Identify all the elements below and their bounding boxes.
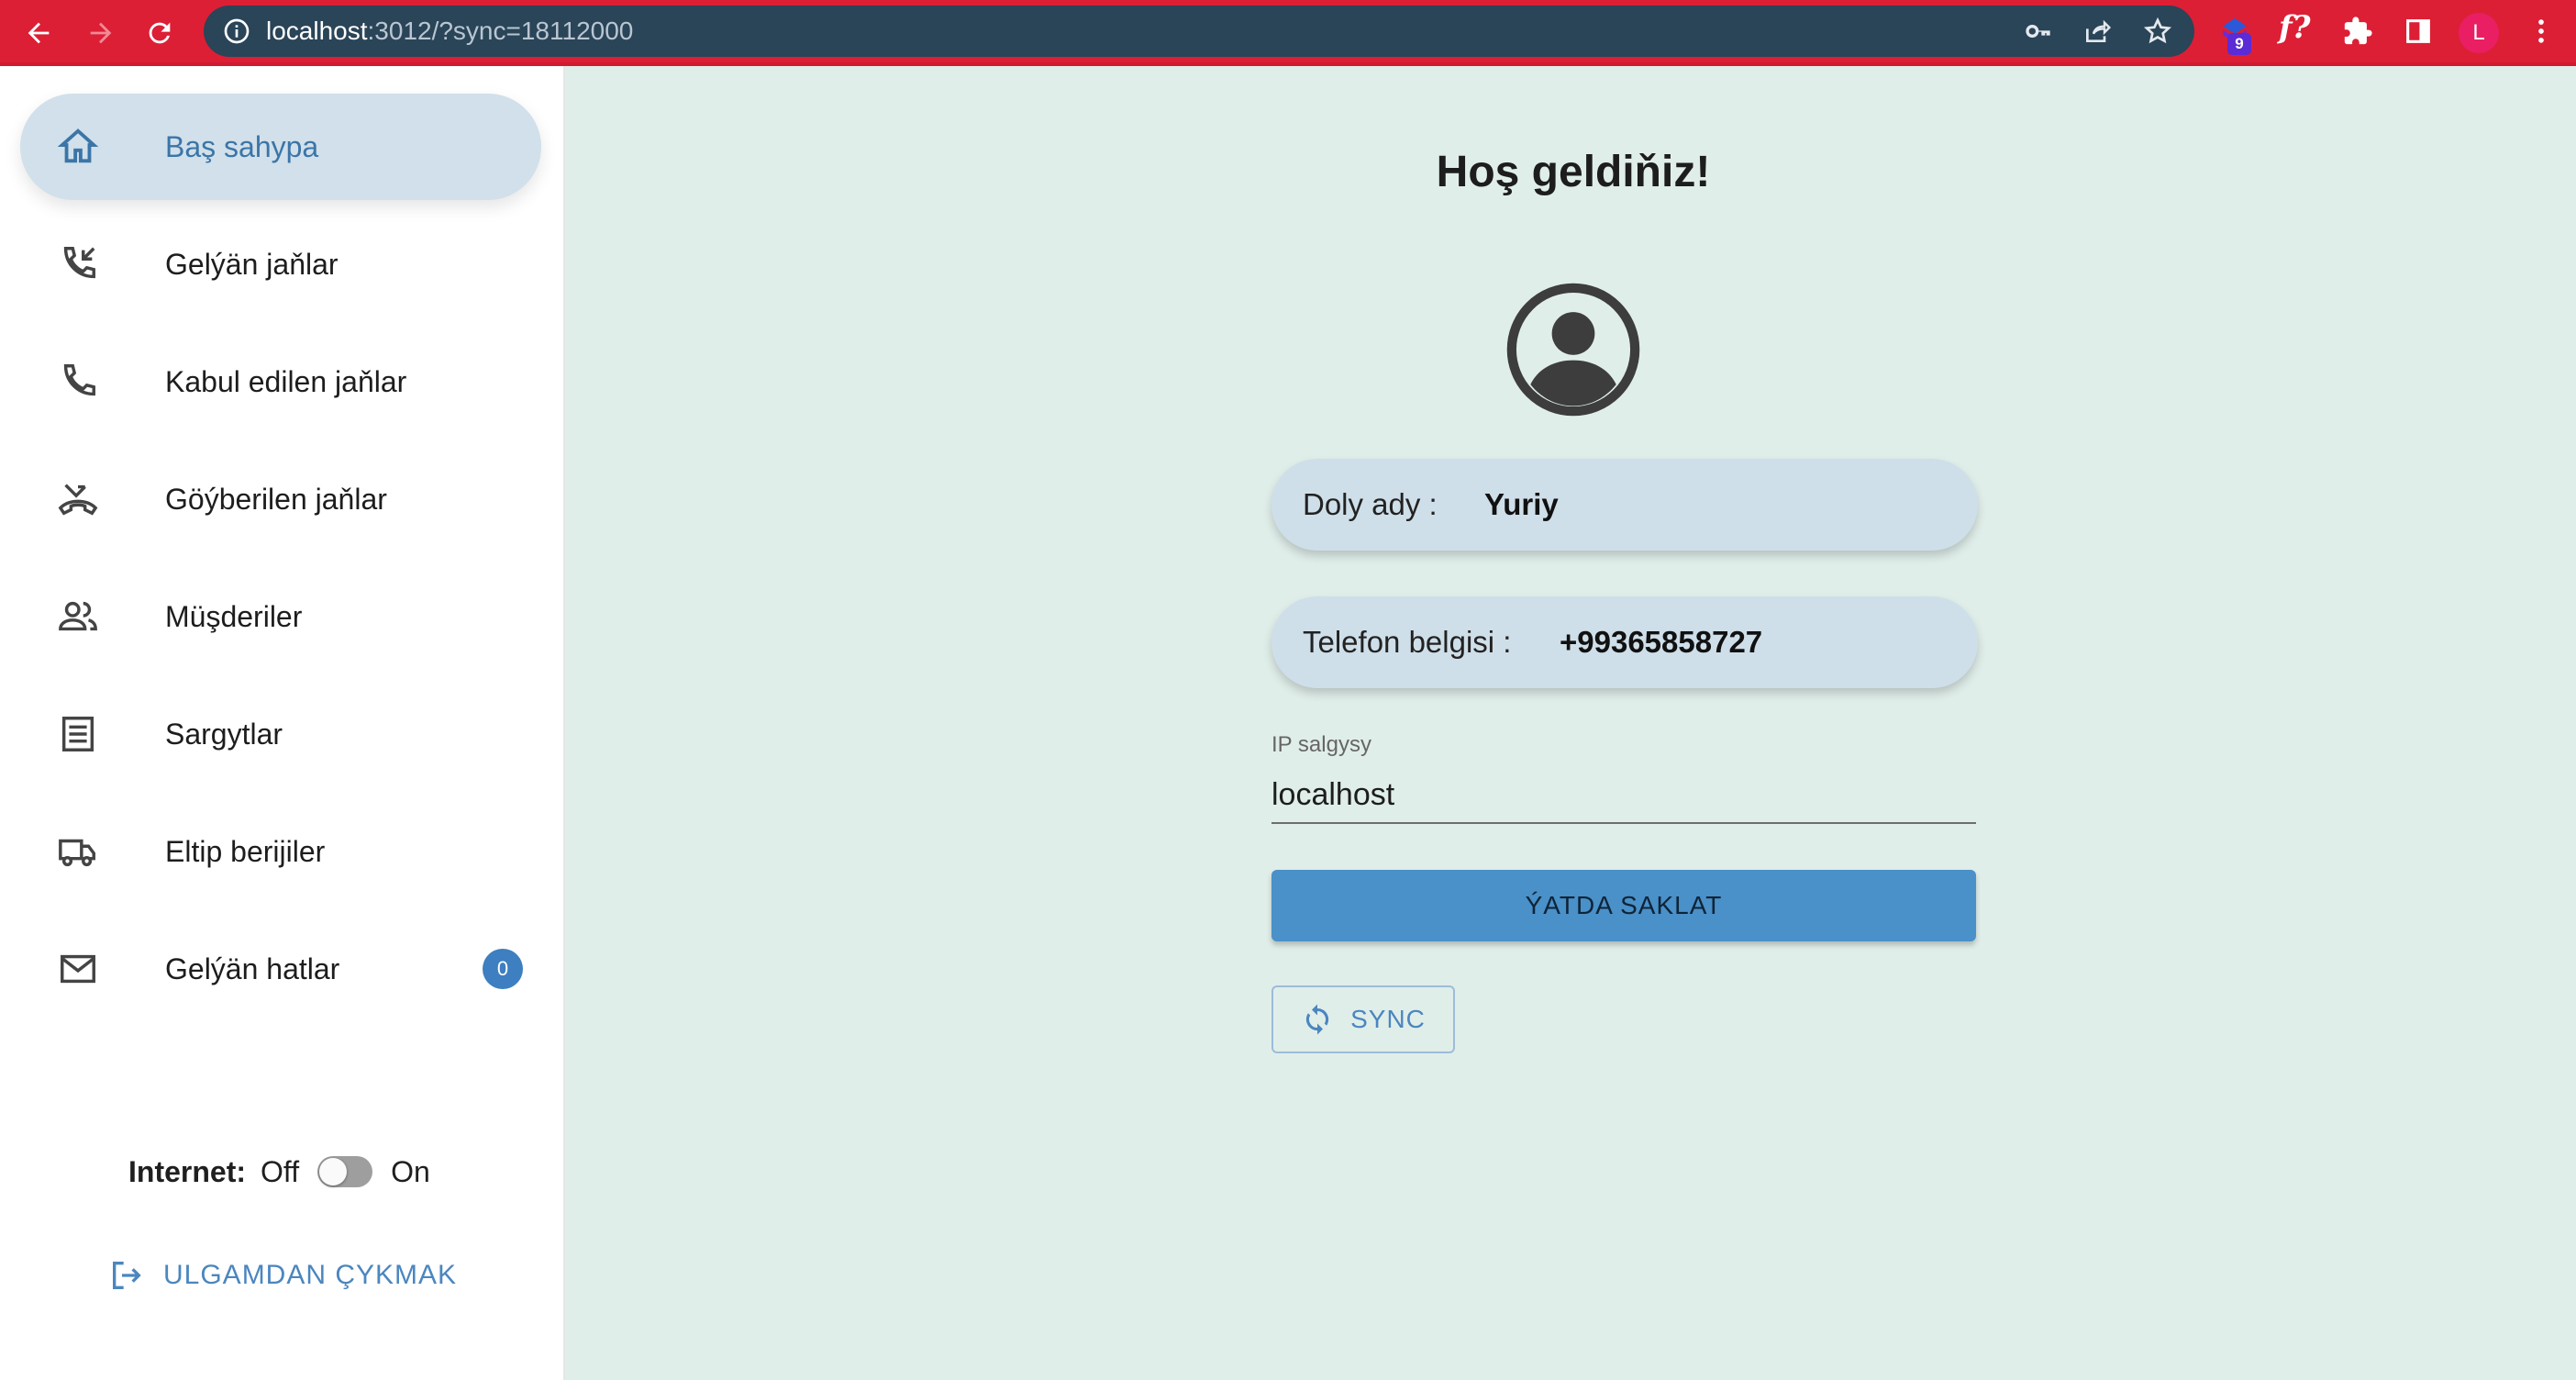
full-name-value: Yuriy (1484, 487, 1559, 521)
forward-icon (90, 22, 112, 44)
incoming-call-icon (57, 243, 99, 285)
mail-icon (57, 948, 99, 990)
full-name-label: Doly ady : (1303, 487, 1438, 521)
sidebar-item-missed-calls[interactable]: Göýberilen jaňlar (20, 446, 541, 552)
address-bar[interactable]: localhost:3012/?sync=18112000 (204, 6, 2194, 57)
sync-button[interactable]: SYNC (1271, 985, 1455, 1053)
extensions-button[interactable] (2337, 11, 2378, 51)
url-host: localhost (266, 17, 368, 45)
sidebar-item-couriers[interactable]: Eltip berijiler (20, 798, 541, 905)
people-icon (57, 595, 99, 638)
phone-label: Telefon belgisi : (1303, 625, 1512, 659)
sidebar: Baş sahypa Gelýän jaňlar Kabul edilen ja… (0, 66, 565, 1380)
puzzle-icon (2344, 17, 2372, 45)
browser-menu-button[interactable] (2521, 11, 2561, 51)
sidebar-item-customers[interactable]: Müşderiler (20, 563, 541, 670)
sync-label: SYNC (1350, 1005, 1426, 1033)
star-icon[interactable] (2143, 17, 2172, 46)
sidebar-item-accepted-calls[interactable]: Kabul edilen jaňlar (20, 328, 541, 435)
menu-icon (2538, 19, 2544, 43)
toggle-knob (319, 1158, 348, 1185)
sidebar-item-orders[interactable]: Sargytlar (20, 681, 541, 787)
sidebar-item-label: Eltip berijiler (165, 834, 326, 868)
unread-count-badge: 0 (483, 949, 523, 989)
sync-icon (1305, 1004, 1329, 1035)
fq-extension-icon[interactable]: f? (2279, 9, 2311, 46)
internet-label: Internet: (128, 1154, 246, 1188)
back-button[interactable] (17, 11, 61, 55)
sidebar-item-incoming-calls[interactable]: Gelýän jaňlar (20, 211, 541, 317)
ip-field-label: IP salgysy (1271, 732, 1371, 757)
sidebar-item-label: Gelýän jaňlar (165, 247, 339, 281)
missed-call-icon (57, 478, 99, 520)
page-title: Hoş geldiňiz! (1436, 148, 1711, 196)
internet-off-label: Off (261, 1154, 300, 1188)
share-icon[interactable] (2082, 17, 2112, 46)
truck-icon (57, 830, 99, 873)
extension-badge: 9 (2227, 33, 2251, 55)
reload-button[interactable] (138, 11, 182, 55)
key-icon[interactable] (2024, 17, 2053, 46)
sidebar-item-label: Göýberilen jaňlar (165, 482, 387, 516)
reload-icon (149, 22, 171, 44)
url-text: localhost:3012/?sync=18112000 (266, 6, 633, 57)
sidebar-item-label: Baş sahypa (165, 129, 319, 163)
sidebar-item-home[interactable]: Baş sahypa (20, 94, 541, 200)
back-icon (28, 22, 50, 44)
sidebar-item-label: Sargytlar (165, 717, 283, 751)
phone-value: +99365858727 (1560, 625, 1763, 659)
list-icon (57, 713, 99, 755)
profile-avatar[interactable]: L (2459, 13, 2499, 53)
internet-toggle[interactable] (317, 1156, 373, 1187)
save-button[interactable]: ÝATDA SAKLAT (1271, 870, 1976, 941)
side-panel-button[interactable] (2398, 11, 2438, 51)
phone-icon (57, 361, 99, 403)
account-circle-icon (1506, 283, 1640, 417)
logout-label: ULGAMDAN ÇYKMAK (163, 1260, 458, 1290)
sidepanel-icon (2406, 19, 2430, 43)
ip-address-input[interactable] (1271, 767, 1976, 824)
sidebar-item-label: Müşderiler (165, 599, 303, 633)
sidebar-item-label: Gelýän hatlar (165, 952, 340, 985)
info-icon[interactable] (222, 17, 251, 46)
logout-button[interactable]: ULGAMDAN ÇYKMAK (108, 1253, 457, 1297)
full-name-card: Doly ady : Yuriy (1271, 459, 1978, 551)
forward-button[interactable] (79, 11, 123, 55)
phone-card: Telefon belgisi : +99365858727 (1271, 596, 1978, 688)
sidebar-item-label: Kabul edilen jaňlar (165, 364, 407, 398)
internet-switch-row: Internet: Off On (128, 1149, 430, 1195)
url-path: :3012/?sync=18112000 (367, 17, 634, 45)
sidebar-item-incoming-mail[interactable]: Gelýän hatlar 0 (20, 916, 541, 1022)
browser-toolbar: localhost:3012/?sync=18112000 9 f? L (0, 0, 2576, 66)
home-icon (57, 126, 99, 168)
logout-icon (113, 1262, 141, 1289)
internet-on-label: On (391, 1154, 430, 1188)
